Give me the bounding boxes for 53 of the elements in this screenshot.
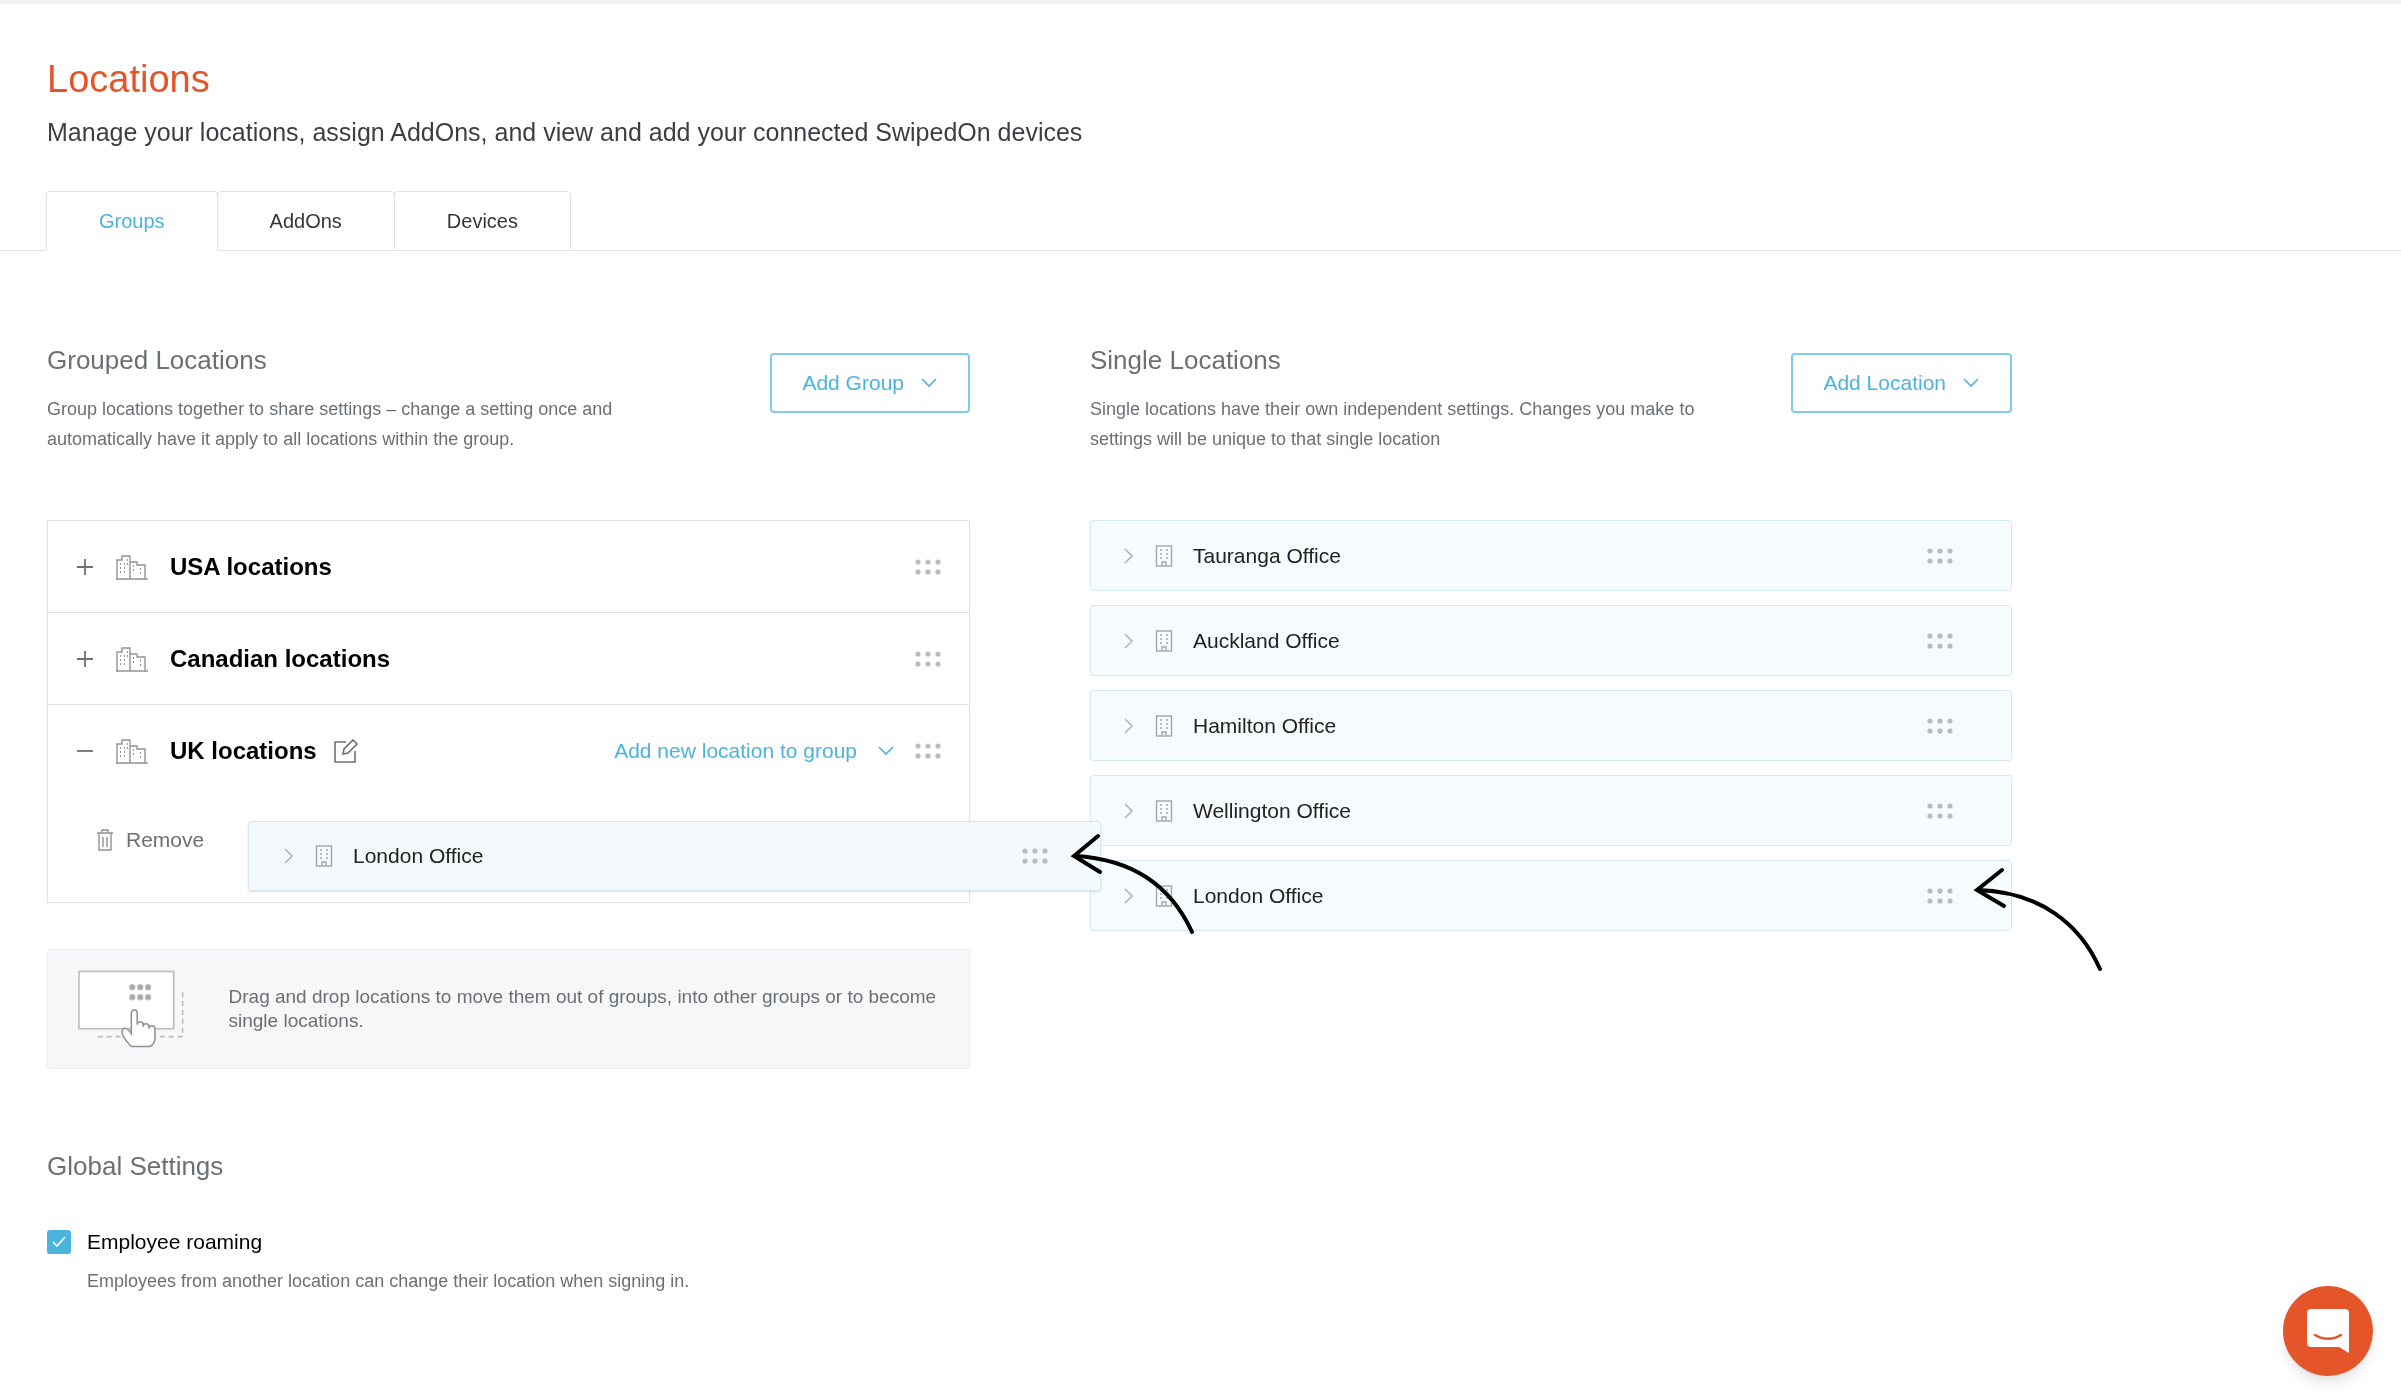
building-icon — [1155, 884, 1173, 907]
trash-icon — [96, 828, 114, 851]
building-icon — [1155, 799, 1173, 822]
drag-handle-icon[interactable] — [915, 558, 941, 575]
location-name: London Office — [353, 843, 484, 870]
location-name: Auckland Office — [1193, 627, 1340, 654]
drag-handle-icon[interactable] — [1927, 887, 1953, 904]
building-icon — [315, 845, 333, 867]
buildings-icon — [116, 737, 148, 764]
building-icon — [1155, 544, 1173, 567]
location-name: Wellington Office — [1193, 797, 1351, 824]
location-row[interactable]: Auckland Office — [1090, 605, 2012, 676]
location-name: London Office — [1193, 882, 1324, 909]
section-heading: Global Settings — [47, 1150, 225, 1183]
drag-handle-icon[interactable] — [1927, 802, 1953, 819]
group-name: USA locations — [170, 551, 332, 582]
building-icon — [1155, 714, 1173, 737]
section-description: Group locations together to share settings – change a setting once and automatically have it apply to all locations within the group. — [47, 398, 614, 451]
page-subtitle: Manage your locations, assign AddOns, and view and add your connected SwipedOn devices — [47, 116, 1084, 148]
building-icon — [1155, 629, 1173, 652]
buildings-icon — [116, 553, 148, 580]
location-name: Tauranga Office — [1193, 542, 1341, 569]
tab[interactable]: Devices — [393, 191, 571, 251]
drag-handle-icon[interactable] — [1927, 717, 1953, 734]
drag-handle-icon[interactable] — [915, 650, 941, 667]
expand-icon[interactable] — [76, 649, 94, 668]
setting-description: Employees from another location can change their location when signing in. — [87, 1269, 691, 1293]
drag-handle-icon[interactable] — [1022, 848, 1048, 864]
group-name: UK locations — [170, 735, 317, 766]
edit-icon[interactable] — [332, 738, 359, 763]
check-icon — [52, 1235, 66, 1248]
page-title: Locations — [47, 57, 211, 102]
checkbox[interactable] — [47, 1229, 71, 1254]
section-description: Single locations have their own independent settings. Changes you make to settings will be unique to that single location — [1090, 398, 1696, 451]
chat-icon — [2307, 1309, 2349, 1353]
setting-label: Employee roaming — [87, 1229, 263, 1255]
drag-handle-icon[interactable] — [915, 742, 941, 759]
drag-handle-icon[interactable] — [1927, 547, 1953, 564]
location-row[interactable]: Tauranga Office — [1090, 520, 2012, 591]
dragged-location-row[interactable]: London Office — [248, 821, 1101, 891]
section-heading: Single Locations — [1090, 344, 1282, 377]
location-row[interactable]: Wellington Office — [1090, 775, 2012, 846]
buildings-icon — [116, 645, 148, 672]
remove-button[interactable]: Remove — [96, 824, 205, 856]
group-name: Canadian locations — [170, 643, 391, 674]
tab[interactable]: AddOns — [216, 191, 395, 251]
location-row[interactable]: Hamilton Office — [1090, 690, 2012, 761]
expand-icon[interactable] — [76, 557, 94, 576]
drag-handle-icon[interactable] — [1927, 632, 1953, 649]
hint-text: Drag and drop locations to move them out of groups, into other groups or to become single locations. — [228, 985, 938, 1033]
location-name: Hamilton Office — [1193, 712, 1337, 739]
section-heading: Grouped Locations — [47, 344, 268, 377]
location-row[interactable]: London Office — [1090, 860, 2012, 931]
